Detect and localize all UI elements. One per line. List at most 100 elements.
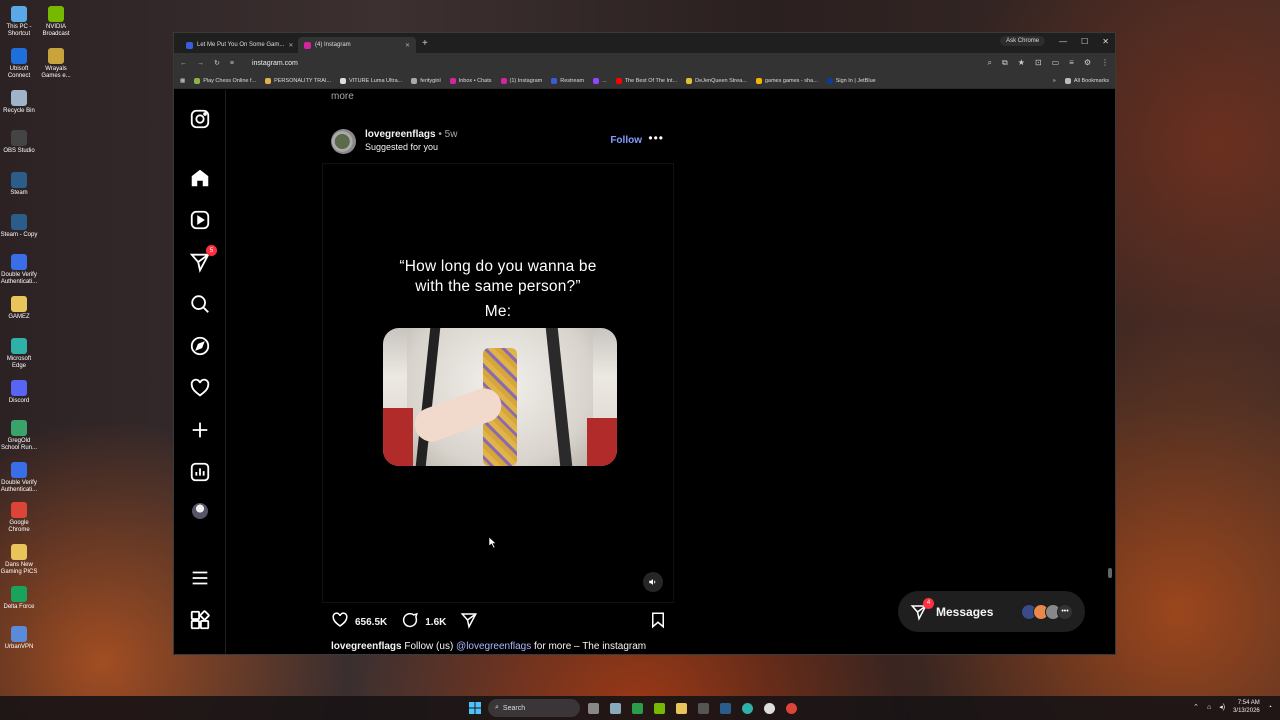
desktop-icon[interactable]: Double Verify Authenticati... bbox=[0, 462, 38, 494]
store-icon[interactable] bbox=[694, 699, 712, 717]
explore-icon[interactable] bbox=[189, 335, 211, 357]
bookmark-item[interactable]: games games - sha... bbox=[755, 77, 818, 84]
desktop-icon[interactable]: Ubisoft Connect bbox=[0, 48, 38, 80]
task-view-icon[interactable] bbox=[584, 699, 602, 717]
bookmark-item[interactable]: Play Chess Online f... bbox=[194, 77, 256, 84]
scrollbar[interactable] bbox=[1108, 100, 1113, 650]
tab-1[interactable]: (4) Instagram ✕ bbox=[298, 37, 416, 53]
bookmark-item[interactable]: PERSONALITY TRAI... bbox=[265, 77, 331, 84]
bookmark-item[interactable]: DeJenQueen Strea... bbox=[686, 77, 747, 84]
edge-icon[interactable] bbox=[738, 699, 756, 717]
chevron-right-icon[interactable]: » bbox=[1053, 78, 1056, 84]
desktop-icon[interactable]: Delta Force bbox=[0, 586, 38, 611]
split-icon[interactable]: ▭ bbox=[1052, 58, 1060, 68]
settings-icon[interactable] bbox=[606, 699, 624, 717]
desktop-icon[interactable]: Double Verify Authenticati... bbox=[0, 254, 38, 286]
messages-button[interactable]: 4 Messages ••• bbox=[898, 591, 1085, 632]
new-tab-button[interactable]: + bbox=[422, 38, 428, 49]
bookmark-star-icon[interactable]: ★ bbox=[1018, 58, 1025, 68]
desktop-icon[interactable]: Google Chrome bbox=[0, 502, 38, 534]
save-icon[interactable] bbox=[649, 611, 667, 634]
post-author-avatar[interactable] bbox=[331, 129, 356, 154]
kebab-menu-icon[interactable]: ⋮ bbox=[1101, 58, 1109, 68]
caption-mention[interactable]: @lovegreenflags bbox=[456, 641, 531, 652]
notifications-bell-icon[interactable]: ◔ bbox=[1268, 704, 1272, 711]
tab-0[interactable]: Let Me Put You On Some Gam... ✕ bbox=[180, 37, 298, 53]
home-icon[interactable] bbox=[189, 167, 211, 189]
post-username-text[interactable]: lovegreenflags bbox=[365, 129, 436, 140]
back-icon[interactable]: ← bbox=[180, 60, 187, 67]
post-username[interactable]: lovegreenflags • 5w bbox=[365, 129, 457, 140]
apps-icon[interactable]: ▦ bbox=[180, 78, 185, 84]
close-window-icon[interactable]: ✕ bbox=[1102, 37, 1109, 46]
desktop-icon[interactable]: Microsoft Edge bbox=[0, 338, 38, 370]
steam-icon[interactable] bbox=[716, 699, 734, 717]
desktop-icon[interactable]: GregOld School Run... bbox=[0, 420, 38, 452]
maximize-icon[interactable]: ☐ bbox=[1081, 37, 1088, 46]
bookmark-item[interactable]: The Best Of The Int... bbox=[615, 77, 677, 84]
caption-username[interactable]: lovegreenflags bbox=[331, 641, 402, 652]
bookmark-item[interactable]: Inbox • Chats bbox=[449, 77, 492, 84]
desktop-icon[interactable]: Wrayals Games e... bbox=[37, 48, 75, 80]
zoom-icon[interactable]: ⌕ bbox=[988, 58, 992, 68]
nvidia-icon[interactable] bbox=[650, 699, 668, 717]
network-icon[interactable]: ⌂ bbox=[1207, 704, 1211, 711]
dashboard-icon[interactable] bbox=[189, 461, 211, 483]
bookmark-item[interactable]: Sign In | JetBlue bbox=[826, 77, 876, 84]
extensions-icon[interactable]: ⊡ bbox=[1035, 58, 1042, 68]
close-icon[interactable]: ✕ bbox=[405, 42, 410, 49]
install-icon[interactable]: ⧉ bbox=[1002, 58, 1008, 68]
bookmark-item[interactable]: ... bbox=[593, 77, 607, 84]
profile-avatar[interactable] bbox=[192, 503, 208, 519]
like-icon[interactable] bbox=[331, 611, 349, 634]
close-icon[interactable]: ✕ bbox=[288, 42, 293, 49]
desktop-icon[interactable]: NVIDIA Broadcast bbox=[37, 6, 75, 38]
profile-icon[interactable]: ⚙ bbox=[1084, 58, 1091, 68]
post-media[interactable]: “How long do you wanna be with the same … bbox=[322, 163, 674, 603]
menu-icon[interactable] bbox=[189, 567, 211, 589]
share-icon[interactable] bbox=[460, 611, 478, 634]
site-info-icon[interactable]: ≡ bbox=[230, 60, 234, 67]
create-icon[interactable] bbox=[189, 419, 211, 441]
ask-chrome-button[interactable]: Ask Chrome bbox=[1000, 36, 1046, 46]
comments-count[interactable]: 1.6K bbox=[425, 617, 446, 628]
reels-icon[interactable] bbox=[189, 209, 211, 231]
bookmark-item[interactable]: VITURE Luma Ultra... bbox=[340, 77, 402, 84]
media-player-icon[interactable] bbox=[628, 699, 646, 717]
messages-icon[interactable]: 5 bbox=[189, 245, 217, 273]
reload-icon[interactable]: ↻ bbox=[214, 59, 220, 67]
bookmark-item[interactable]: Restream bbox=[551, 77, 584, 84]
desktop-icon[interactable]: Dans New Gaming PICS bbox=[0, 544, 38, 576]
desktop-icon[interactable]: Steam - Copy bbox=[0, 214, 38, 239]
volume-icon[interactable]: ◂) bbox=[1219, 703, 1225, 711]
bookmark-item[interactable]: (1) Instagram bbox=[500, 77, 542, 84]
search-icon[interactable] bbox=[189, 293, 211, 315]
comment-icon[interactable] bbox=[401, 611, 419, 634]
chrome-icon[interactable] bbox=[782, 699, 800, 717]
desktop-icon[interactable]: UrbanVPN bbox=[0, 626, 38, 651]
follow-button[interactable]: Follow bbox=[610, 135, 642, 146]
notifications-icon[interactable] bbox=[189, 377, 211, 399]
taskbar-search[interactable]: ⌕ Search bbox=[488, 699, 580, 717]
desktop-icon[interactable]: This PC - Shortcut bbox=[0, 6, 38, 38]
desktop-icon[interactable]: Discord bbox=[0, 380, 38, 405]
minimize-icon[interactable]: — bbox=[1059, 37, 1067, 46]
audio-toggle-icon[interactable] bbox=[643, 572, 663, 592]
desktop-icon[interactable]: Recycle Bin bbox=[0, 90, 38, 115]
likes-count[interactable]: 656.5K bbox=[355, 617, 387, 628]
desktop-icon[interactable]: OBS Studio bbox=[0, 130, 38, 155]
chevron-up-icon[interactable]: ⌃ bbox=[1193, 703, 1199, 711]
clock[interactable]: 7:54 AM 3/13/2026 bbox=[1233, 699, 1260, 715]
forward-icon[interactable]: → bbox=[197, 60, 204, 67]
chatgpt-icon[interactable] bbox=[760, 699, 778, 717]
instagram-logo-icon[interactable] bbox=[189, 108, 211, 130]
media-icon[interactable]: ≡ bbox=[1069, 58, 1074, 68]
bookmark-item[interactable]: ferityginl bbox=[411, 77, 441, 84]
previous-post-more-link[interactable]: more bbox=[331, 91, 354, 102]
more-options-icon[interactable]: ••• bbox=[648, 131, 664, 145]
desktop-icon[interactable]: Steam bbox=[0, 172, 38, 197]
all-bookmarks-folder[interactable]: All Bookmarks bbox=[1064, 77, 1109, 84]
file-explorer-icon[interactable] bbox=[672, 699, 690, 717]
scroll-thumb[interactable] bbox=[1108, 568, 1112, 578]
start-button[interactable] bbox=[466, 699, 484, 717]
